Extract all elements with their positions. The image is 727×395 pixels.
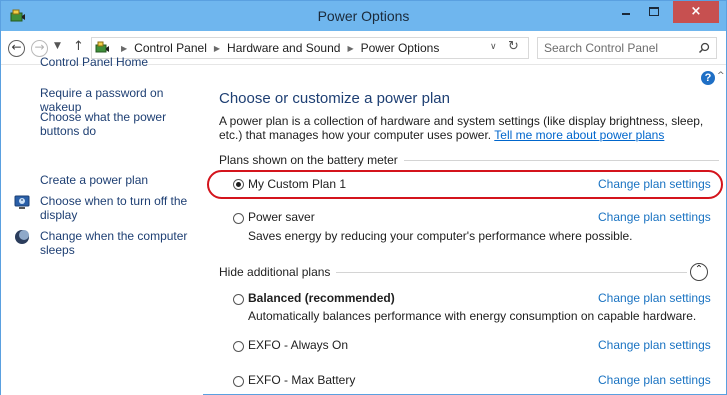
maximize-button[interactable]: [641, 1, 667, 23]
breadcrumb-separator-icon[interactable]: ▶: [207, 44, 227, 53]
back-button[interactable]: ←: [8, 40, 25, 57]
breadcrumb-power-options[interactable]: Power Options: [361, 41, 440, 55]
change-plan-settings-link[interactable]: Change plan settings: [598, 210, 711, 224]
sidebar-item-turn-off-display[interactable]: Choose when to turn off the display: [40, 194, 190, 222]
hidden-plans-toggle-label[interactable]: Hide additional plans: [219, 265, 337, 279]
sidebar-item-create-plan[interactable]: Create a power plan: [40, 173, 148, 187]
plan-name-exfo-always-on[interactable]: EXFO - Always On: [248, 338, 348, 352]
scroll-up-arrow-icon[interactable]: ^: [717, 71, 725, 81]
control-panel-icon: [95, 41, 109, 53]
moon-icon: [15, 230, 29, 244]
change-plan-settings-link[interactable]: Change plan settings: [598, 373, 711, 387]
forward-arrow-icon: →: [34, 40, 45, 54]
page-description: A power plan is a collection of hardware…: [219, 114, 719, 142]
help-icon[interactable]: ?: [701, 71, 715, 85]
breadcrumb-separator-icon[interactable]: ▶: [114, 44, 134, 53]
chevron-up-icon: ⌃: [694, 264, 704, 275]
search-box[interactable]: [537, 37, 717, 59]
page-title: Choose or customize a power plan: [219, 90, 450, 107]
plan-radio-exfo-always-on[interactable]: [233, 341, 244, 352]
recent-locations-dropdown[interactable]: ▼: [54, 41, 61, 51]
monitor-icon: [14, 195, 30, 209]
change-plan-settings-link[interactable]: Change plan settings: [598, 338, 711, 352]
maximize-icon: [649, 7, 659, 16]
plan-radio-exfo-max-battery[interactable]: [233, 376, 244, 387]
breadcrumb-hardware-and-sound[interactable]: Hardware and Sound: [227, 41, 340, 55]
minimize-icon: [622, 13, 630, 15]
collapse-hidden-plans-button[interactable]: ⌃: [690, 263, 708, 281]
chevron-down-icon[interactable]: ∨: [490, 42, 497, 52]
breadcrumb: ▶ Control Panel ▶ Hardware and Sound ▶ Power …: [114, 41, 439, 55]
plan-radio-balanced[interactable]: [233, 294, 244, 305]
refresh-icon[interactable]: ↻: [508, 39, 519, 54]
tell-me-more-link[interactable]: Tell me more about power plans: [494, 128, 664, 142]
breadcrumb-control-panel[interactable]: Control Panel: [134, 41, 207, 55]
plan-name-exfo-max-battery[interactable]: EXFO - Max Battery: [248, 373, 355, 387]
address-bar[interactable]: ▶ Control Panel ▶ Hardware and Sound ▶ Power …: [91, 37, 529, 59]
search-icon[interactable]: [698, 42, 710, 54]
plan-description-power-saver: Saves energy by reducing your computer's…: [248, 229, 633, 243]
plan-name-balanced[interactable]: Balanced (recommended): [248, 291, 395, 305]
sidebar-item-computer-sleeps[interactable]: Change when the computer sleeps: [40, 229, 190, 257]
breadcrumb-separator-icon[interactable]: ▶: [340, 44, 360, 53]
sidebar-item-power-buttons[interactable]: Choose what the power buttons do: [40, 110, 170, 138]
highlight-annotation: [207, 170, 723, 199]
up-button[interactable]: ↑: [73, 39, 84, 54]
title-bar[interactable]: Power Options ×: [1, 1, 726, 31]
close-icon: ×: [690, 4, 702, 19]
power-options-window: Power Options × ← → ▼ ↑ ▶ Control Panel ▶ H…: [0, 0, 727, 395]
minimize-button[interactable]: [613, 1, 639, 23]
back-arrow-icon: ←: [11, 40, 22, 54]
change-plan-settings-link[interactable]: Change plan settings: [598, 291, 711, 305]
search-input[interactable]: [544, 40, 684, 56]
plan-description-balanced: Automatically balances performance with …: [248, 309, 697, 323]
plan-name-power-saver[interactable]: Power saver: [248, 210, 315, 224]
sidebar-item-control-panel-home[interactable]: Control Panel Home: [40, 55, 148, 69]
plan-radio-power-saver[interactable]: [233, 213, 244, 224]
close-button[interactable]: ×: [673, 1, 719, 23]
battery-group-label: Plans shown on the battery meter: [219, 153, 404, 167]
